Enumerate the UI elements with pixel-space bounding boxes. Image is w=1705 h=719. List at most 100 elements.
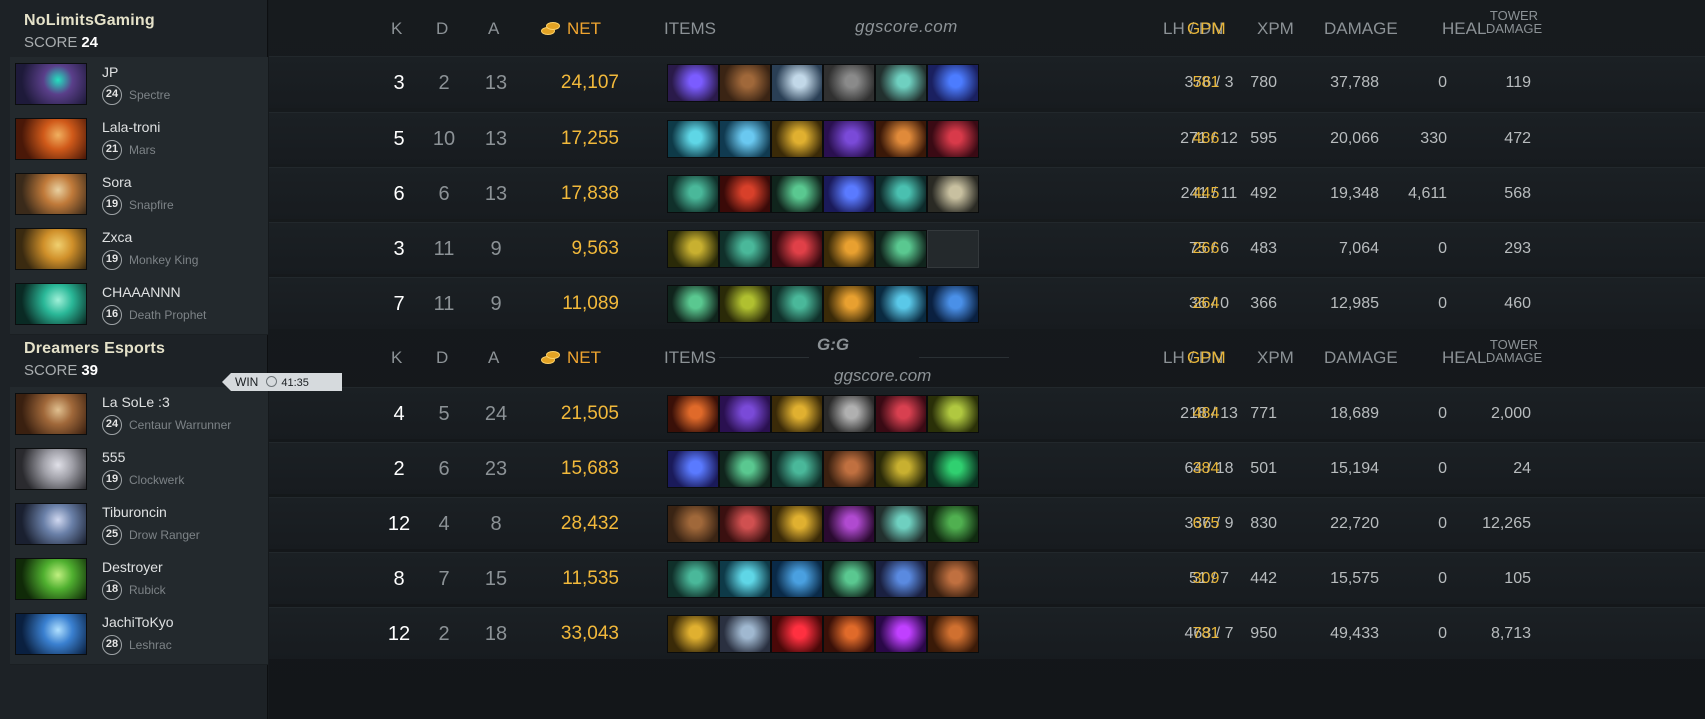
team-name[interactable]: NoLimitsGaming (24, 12, 268, 30)
item-icon[interactable] (667, 560, 719, 598)
item-icon[interactable] (875, 230, 927, 268)
player-name[interactable]: Sora (102, 174, 132, 190)
hero-portrait[interactable] (15, 613, 87, 655)
col-items[interactable]: ITEMS (664, 348, 716, 368)
item-icon[interactable] (823, 64, 875, 102)
item-icon[interactable] (823, 615, 875, 653)
item-icon[interactable] (823, 175, 875, 213)
col-damage[interactable]: DAMAGE (1324, 348, 1398, 368)
hero-portrait[interactable] (15, 393, 87, 435)
player-name[interactable]: Tiburoncin (102, 504, 167, 520)
player-card[interactable]: Lala-troni 21 Mars (10, 112, 268, 170)
hero-portrait[interactable] (15, 503, 87, 545)
item-icon[interactable] (875, 175, 927, 213)
player-card[interactable]: Sora 19 Snapfire (10, 167, 268, 225)
item-icon[interactable] (823, 560, 875, 598)
item-icon[interactable] (927, 615, 979, 653)
item-icon[interactable] (719, 395, 771, 433)
player-card[interactable]: Destroyer 18 Rubick (10, 552, 268, 610)
item-icon[interactable] (875, 615, 927, 653)
item-icon[interactable] (927, 560, 979, 598)
item-icon[interactable] (719, 175, 771, 213)
item-icon[interactable] (823, 120, 875, 158)
item-icon[interactable] (667, 285, 719, 323)
item-icon[interactable] (771, 175, 823, 213)
player-card[interactable]: Tiburoncin 25 Drow Ranger (10, 497, 268, 555)
item-icon[interactable] (875, 450, 927, 488)
hero-portrait[interactable] (15, 118, 87, 160)
col-net[interactable]: NET (567, 19, 601, 39)
col-xpm[interactable]: XPM (1257, 19, 1294, 39)
item-icon[interactable] (667, 450, 719, 488)
item-icon[interactable] (667, 615, 719, 653)
col-tower-damage[interactable]: TOWER DAMAGE (1479, 9, 1549, 35)
item-icon[interactable] (771, 450, 823, 488)
item-icon[interactable] (927, 450, 979, 488)
item-icon[interactable] (719, 64, 771, 102)
player-name[interactable]: Lala-troni (102, 119, 160, 135)
item-icon[interactable] (719, 120, 771, 158)
item-icon[interactable] (771, 560, 823, 598)
item-icon[interactable] (823, 395, 875, 433)
col-k[interactable]: K (391, 348, 402, 368)
item-icon[interactable] (771, 64, 823, 102)
col-items[interactable]: ITEMS (664, 19, 716, 39)
player-card[interactable]: JachiToKyo 28 Leshrac (10, 607, 268, 665)
team-name[interactable]: Dreamers Esports (24, 340, 268, 358)
item-icon[interactable] (875, 505, 927, 543)
player-card[interactable]: 555 19 Clockwerk (10, 442, 268, 500)
hero-portrait[interactable] (15, 173, 87, 215)
hero-portrait[interactable] (15, 283, 87, 325)
item-icon[interactable] (875, 120, 927, 158)
player-name[interactable]: CHAAANNN (102, 284, 181, 300)
item-icon[interactable] (771, 230, 823, 268)
item-icon[interactable] (927, 64, 979, 102)
col-damage[interactable]: DAMAGE (1324, 19, 1398, 39)
item-icon[interactable] (667, 505, 719, 543)
col-a[interactable]: A (488, 19, 499, 39)
item-icon[interactable] (927, 285, 979, 323)
col-xpm[interactable]: XPM (1257, 348, 1294, 368)
item-icon[interactable] (927, 175, 979, 213)
player-card[interactable]: JP 24 Spectre (10, 57, 268, 115)
item-icon[interactable] (771, 505, 823, 543)
item-icon[interactable] (719, 505, 771, 543)
item-icon[interactable] (771, 120, 823, 158)
player-name[interactable]: Destroyer (102, 559, 163, 575)
col-a[interactable]: A (488, 348, 499, 368)
item-icon[interactable] (927, 505, 979, 543)
item-icon[interactable] (667, 230, 719, 268)
item-icon[interactable] (875, 64, 927, 102)
hero-portrait[interactable] (15, 63, 87, 105)
player-name[interactable]: JP (102, 64, 118, 80)
player-card[interactable]: CHAAANNN 16 Death Prophet (10, 277, 268, 335)
col-tower-damage[interactable]: TOWER DAMAGE (1479, 338, 1549, 364)
item-icon[interactable] (719, 615, 771, 653)
item-icon[interactable] (667, 64, 719, 102)
item-icon[interactable] (667, 395, 719, 433)
col-d[interactable]: D (436, 19, 448, 39)
empty-item-slot[interactable] (927, 230, 979, 268)
item-icon[interactable] (823, 450, 875, 488)
item-icon[interactable] (719, 560, 771, 598)
item-icon[interactable] (771, 395, 823, 433)
col-d[interactable]: D (436, 348, 448, 368)
item-icon[interactable] (719, 230, 771, 268)
item-icon[interactable] (771, 285, 823, 323)
item-icon[interactable] (771, 615, 823, 653)
player-name[interactable]: JachiToKyo (102, 614, 174, 630)
hero-portrait[interactable] (15, 558, 87, 600)
player-name[interactable]: Zxca (102, 229, 132, 245)
item-icon[interactable] (667, 175, 719, 213)
col-gpm[interactable]: GPM (1187, 19, 1226, 39)
item-icon[interactable] (823, 285, 875, 323)
item-icon[interactable] (823, 230, 875, 268)
item-icon[interactable] (719, 285, 771, 323)
item-icon[interactable] (823, 505, 875, 543)
hero-portrait[interactable] (15, 228, 87, 270)
col-gpm[interactable]: GPM (1187, 348, 1226, 368)
item-icon[interactable] (927, 120, 979, 158)
player-name[interactable]: La SoLe :3 (102, 394, 170, 410)
item-icon[interactable] (927, 395, 979, 433)
player-card[interactable]: Zxca 19 Monkey King (10, 222, 268, 280)
